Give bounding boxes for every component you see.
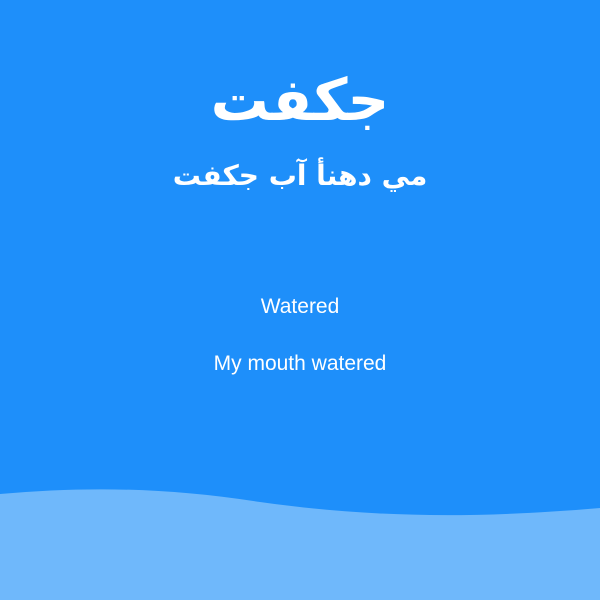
- wave-decoration: [0, 489, 600, 600]
- wave-shape: [0, 489, 600, 600]
- word-translation: Watered: [260, 295, 340, 318]
- flashcard: جكفت مي دهنأ آب جكفت Watered My mouth wa…: [0, 0, 600, 600]
- arabic-sentence: مي دهنأ آب جكفت: [172, 159, 428, 192]
- arabic-word: جكفت: [210, 66, 390, 134]
- sentence-translation: My mouth watered: [213, 352, 387, 375]
